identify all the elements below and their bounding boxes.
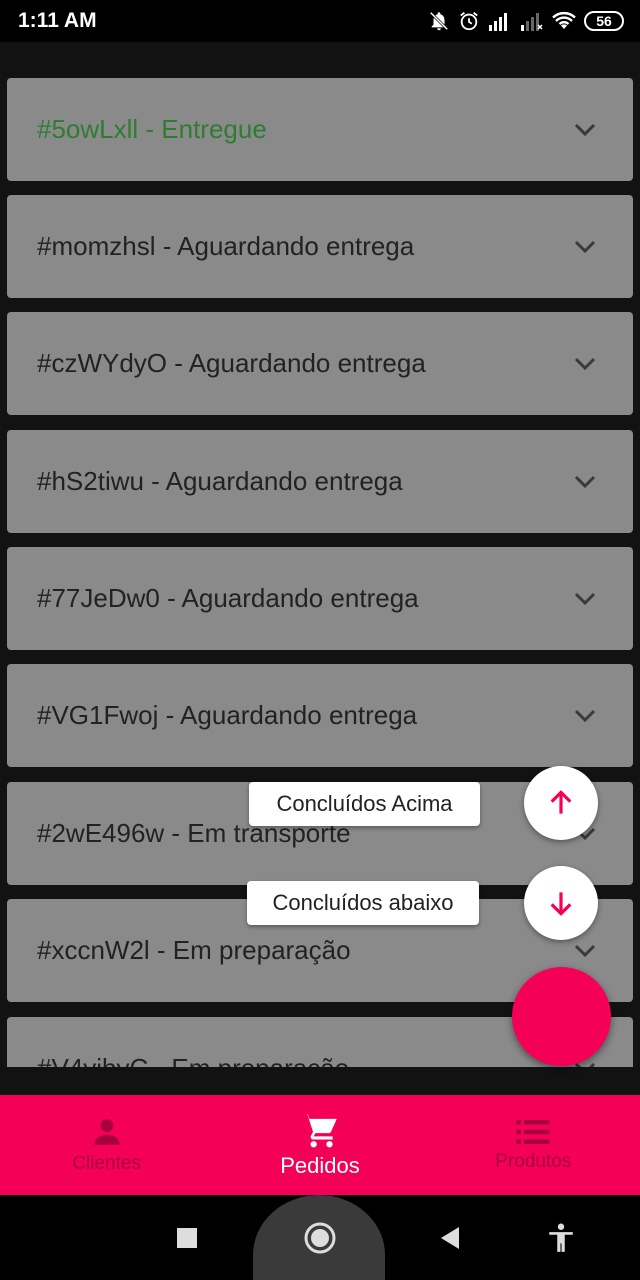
nav-item-clientes[interactable]: Clientes bbox=[0, 1095, 213, 1195]
speed-dial-button[interactable] bbox=[512, 967, 611, 1066]
circle-icon bbox=[304, 1222, 336, 1254]
order-card[interactable]: #momzhsl - Aguardando entrega bbox=[7, 195, 633, 298]
list-bottom-gap bbox=[0, 1067, 640, 1095]
order-title: #czWYdyO - Aguardando entrega bbox=[37, 348, 426, 378]
status-bar: 1:11 AM 56 bbox=[0, 0, 640, 42]
nav-item-pedidos[interactable]: Pedidos bbox=[213, 1095, 426, 1195]
system-navigation-bar bbox=[0, 1195, 640, 1280]
order-card[interactable]: #77JeDw0 - Aguardando entrega bbox=[7, 547, 633, 650]
accessibility-button[interactable] bbox=[545, 1221, 577, 1255]
chevron-down-icon bbox=[574, 357, 596, 370]
status-time: 1:11 AM bbox=[18, 9, 97, 32]
accessibility-icon bbox=[549, 1223, 573, 1252]
wifi-icon bbox=[552, 11, 576, 29]
order-title: #momzhsl - Aguardando entrega bbox=[37, 231, 415, 261]
signal-weak-icon bbox=[521, 13, 543, 31]
nav-item-produtos[interactable]: Produtos bbox=[427, 1095, 640, 1195]
order-card[interactable]: #5owLxll - Entregue bbox=[7, 78, 633, 181]
scroll-down-button[interactable] bbox=[524, 866, 598, 940]
scroll-up-label[interactable]: Concluídos Acima bbox=[249, 782, 480, 826]
order-card[interactable]: #czWYdyO - Aguardando entrega bbox=[7, 312, 633, 415]
recents-button[interactable] bbox=[172, 1223, 202, 1253]
home-button[interactable] bbox=[299, 1217, 341, 1259]
order-title: #xccnW2l - Em preparação bbox=[37, 935, 351, 965]
arrow-down-icon bbox=[550, 892, 572, 916]
triangle-back-icon bbox=[441, 1227, 459, 1249]
chevron-down-icon bbox=[574, 944, 596, 957]
chevron-down-icon bbox=[574, 709, 596, 722]
chevron-down-icon bbox=[574, 240, 596, 253]
chevron-down-icon bbox=[574, 123, 596, 136]
alarm-icon bbox=[460, 12, 478, 31]
battery-icon: 56 bbox=[584, 11, 624, 31]
scroll-up-button[interactable] bbox=[524, 766, 598, 840]
chevron-down-icon bbox=[574, 592, 596, 605]
order-title: #77JeDw0 - Aguardando entrega bbox=[37, 583, 419, 613]
signal-icon bbox=[489, 13, 507, 31]
order-card[interactable]: #hS2tiwu - Aguardando entrega bbox=[7, 430, 633, 533]
back-button[interactable] bbox=[435, 1223, 465, 1253]
person-icon bbox=[93, 1119, 120, 1145]
chevron-down-icon bbox=[574, 475, 596, 488]
status-icons: 56 bbox=[428, 8, 624, 34]
list-icon bbox=[516, 1120, 550, 1144]
arrow-up-icon bbox=[550, 790, 572, 814]
order-title: #VG1Fwoj - Aguardando entrega bbox=[37, 700, 418, 730]
nav-label: Clientes bbox=[72, 1153, 141, 1174]
scroll-down-label[interactable]: Concluídos abaixo bbox=[247, 881, 479, 925]
square-icon bbox=[177, 1228, 197, 1248]
nav-label: Produtos bbox=[495, 1151, 572, 1172]
nav-label: Pedidos bbox=[280, 1153, 360, 1178]
cart-icon bbox=[302, 1114, 337, 1148]
order-card[interactable]: #VG1Fwoj - Aguardando entrega bbox=[7, 664, 633, 767]
bell-off-icon bbox=[429, 11, 449, 31]
battery-level: 56 bbox=[596, 13, 612, 29]
order-title: #5owLxll - Entregue bbox=[37, 114, 267, 144]
bottom-navigation: Clientes Pedidos Produtos bbox=[0, 1095, 640, 1195]
order-title: #V4yibyC - Em preparação bbox=[37, 1053, 349, 1067]
order-title: #hS2tiwu - Aguardando entrega bbox=[37, 466, 403, 496]
